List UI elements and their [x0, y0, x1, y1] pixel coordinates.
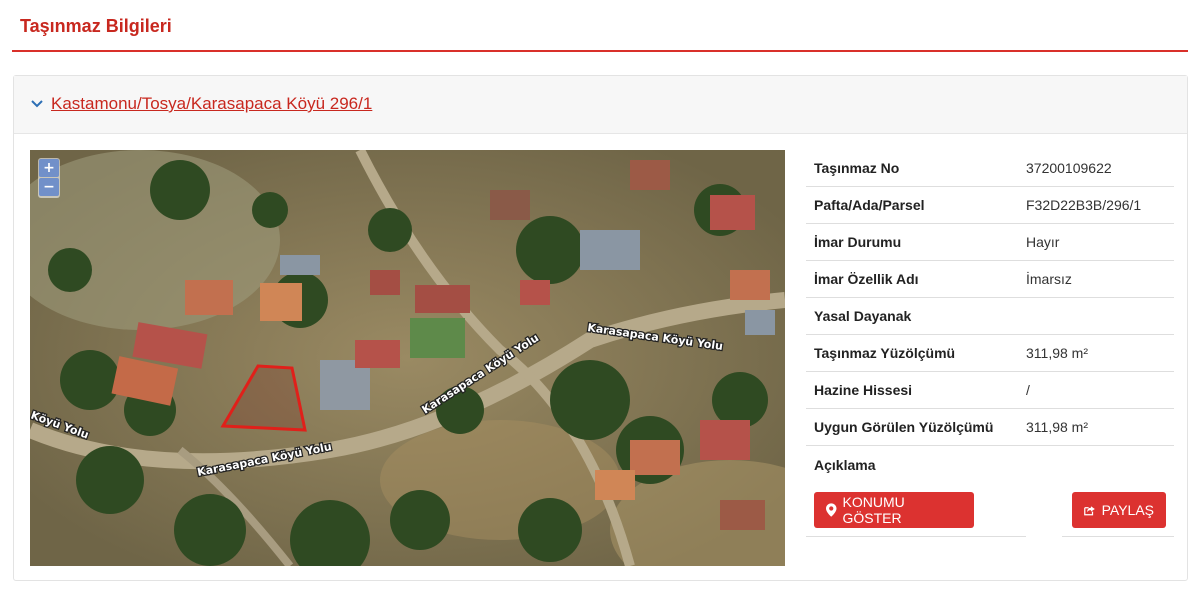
page-title: Taşınmaz Bilgileri: [20, 16, 172, 36]
detail-value: /: [1026, 382, 1030, 398]
share-label: PAYLAŞ: [1101, 502, 1154, 518]
property-details-table: Taşınmaz No 37200109622 Pafta/Ada/Parsel…: [806, 150, 1174, 537]
show-location-label: KONUMU GÖSTER: [842, 494, 905, 526]
detail-label: Taşınmaz No: [814, 160, 900, 176]
table-row: Hazine Hissesi /: [806, 372, 1174, 409]
property-panel: Kastamonu/Tosya/Karasapaca Köyü 296/1 Ka…: [13, 75, 1188, 581]
detail-label: Uygun Görülen Yüzölçümü: [814, 419, 994, 435]
zoom-in-button[interactable]: +: [39, 159, 59, 177]
detail-value: 311,98 m²: [1026, 419, 1088, 435]
share-button[interactable]: PAYLAŞ: [1072, 492, 1166, 528]
property-title-link[interactable]: Kastamonu/Tosya/Karasapaca Köyü 296/1: [51, 94, 372, 114]
zoom-out-button[interactable]: −: [39, 178, 59, 196]
satellite-map[interactable]: Karasapaca Köyü Yolu Karasapaca Köyü Yol…: [30, 150, 785, 566]
detail-label: Pafta/Ada/Parsel: [814, 197, 925, 213]
table-row: Taşınmaz No 37200109622: [806, 150, 1174, 187]
panel-header[interactable]: Kastamonu/Tosya/Karasapaca Köyü 296/1: [14, 76, 1187, 134]
table-row: Taşınmaz Yüzölçümü 311,98 m²: [806, 335, 1174, 372]
map-imagery: Karasapaca Köyü Yolu Karasapaca Köyü Yol…: [30, 150, 785, 566]
share-icon: [1084, 505, 1095, 515]
map-marker-icon: [826, 503, 837, 517]
action-row: KONUMU GÖSTER PAYLAŞ: [806, 483, 1174, 537]
detail-value: 311,98 m²: [1026, 345, 1088, 361]
table-row: Uygun Görülen Yüzölçümü 311,98 m²: [806, 409, 1174, 446]
page-header: Taşınmaz Bilgileri: [12, 0, 1188, 52]
detail-label: İmar Durumu: [814, 234, 902, 250]
table-row: Pafta/Ada/Parsel F32D22B3B/296/1: [806, 187, 1174, 224]
table-row: İmar Özellik Adı İmarsız: [806, 261, 1174, 298]
table-row: Açıklama: [806, 446, 1174, 483]
detail-value: 37200109622: [1026, 160, 1112, 176]
detail-label: Yasal Dayanak: [814, 308, 912, 324]
map-zoom-controls: + −: [38, 158, 60, 198]
chevron-down-icon[interactable]: [30, 96, 44, 110]
detail-label: Açıklama: [814, 456, 876, 473]
detail-label: Hazine Hissesi: [814, 382, 913, 398]
table-row: Yasal Dayanak: [806, 298, 1174, 335]
detail-label: İmar Özellik Adı: [814, 271, 919, 287]
detail-value: İmarsız: [1026, 271, 1072, 287]
show-location-button[interactable]: KONUMU GÖSTER: [814, 492, 974, 528]
table-row: İmar Durumu Hayır: [806, 224, 1174, 261]
detail-label: Taşınmaz Yüzölçümü: [814, 345, 956, 361]
detail-value: Hayır: [1026, 234, 1060, 250]
detail-value: F32D22B3B/296/1: [1026, 197, 1142, 213]
